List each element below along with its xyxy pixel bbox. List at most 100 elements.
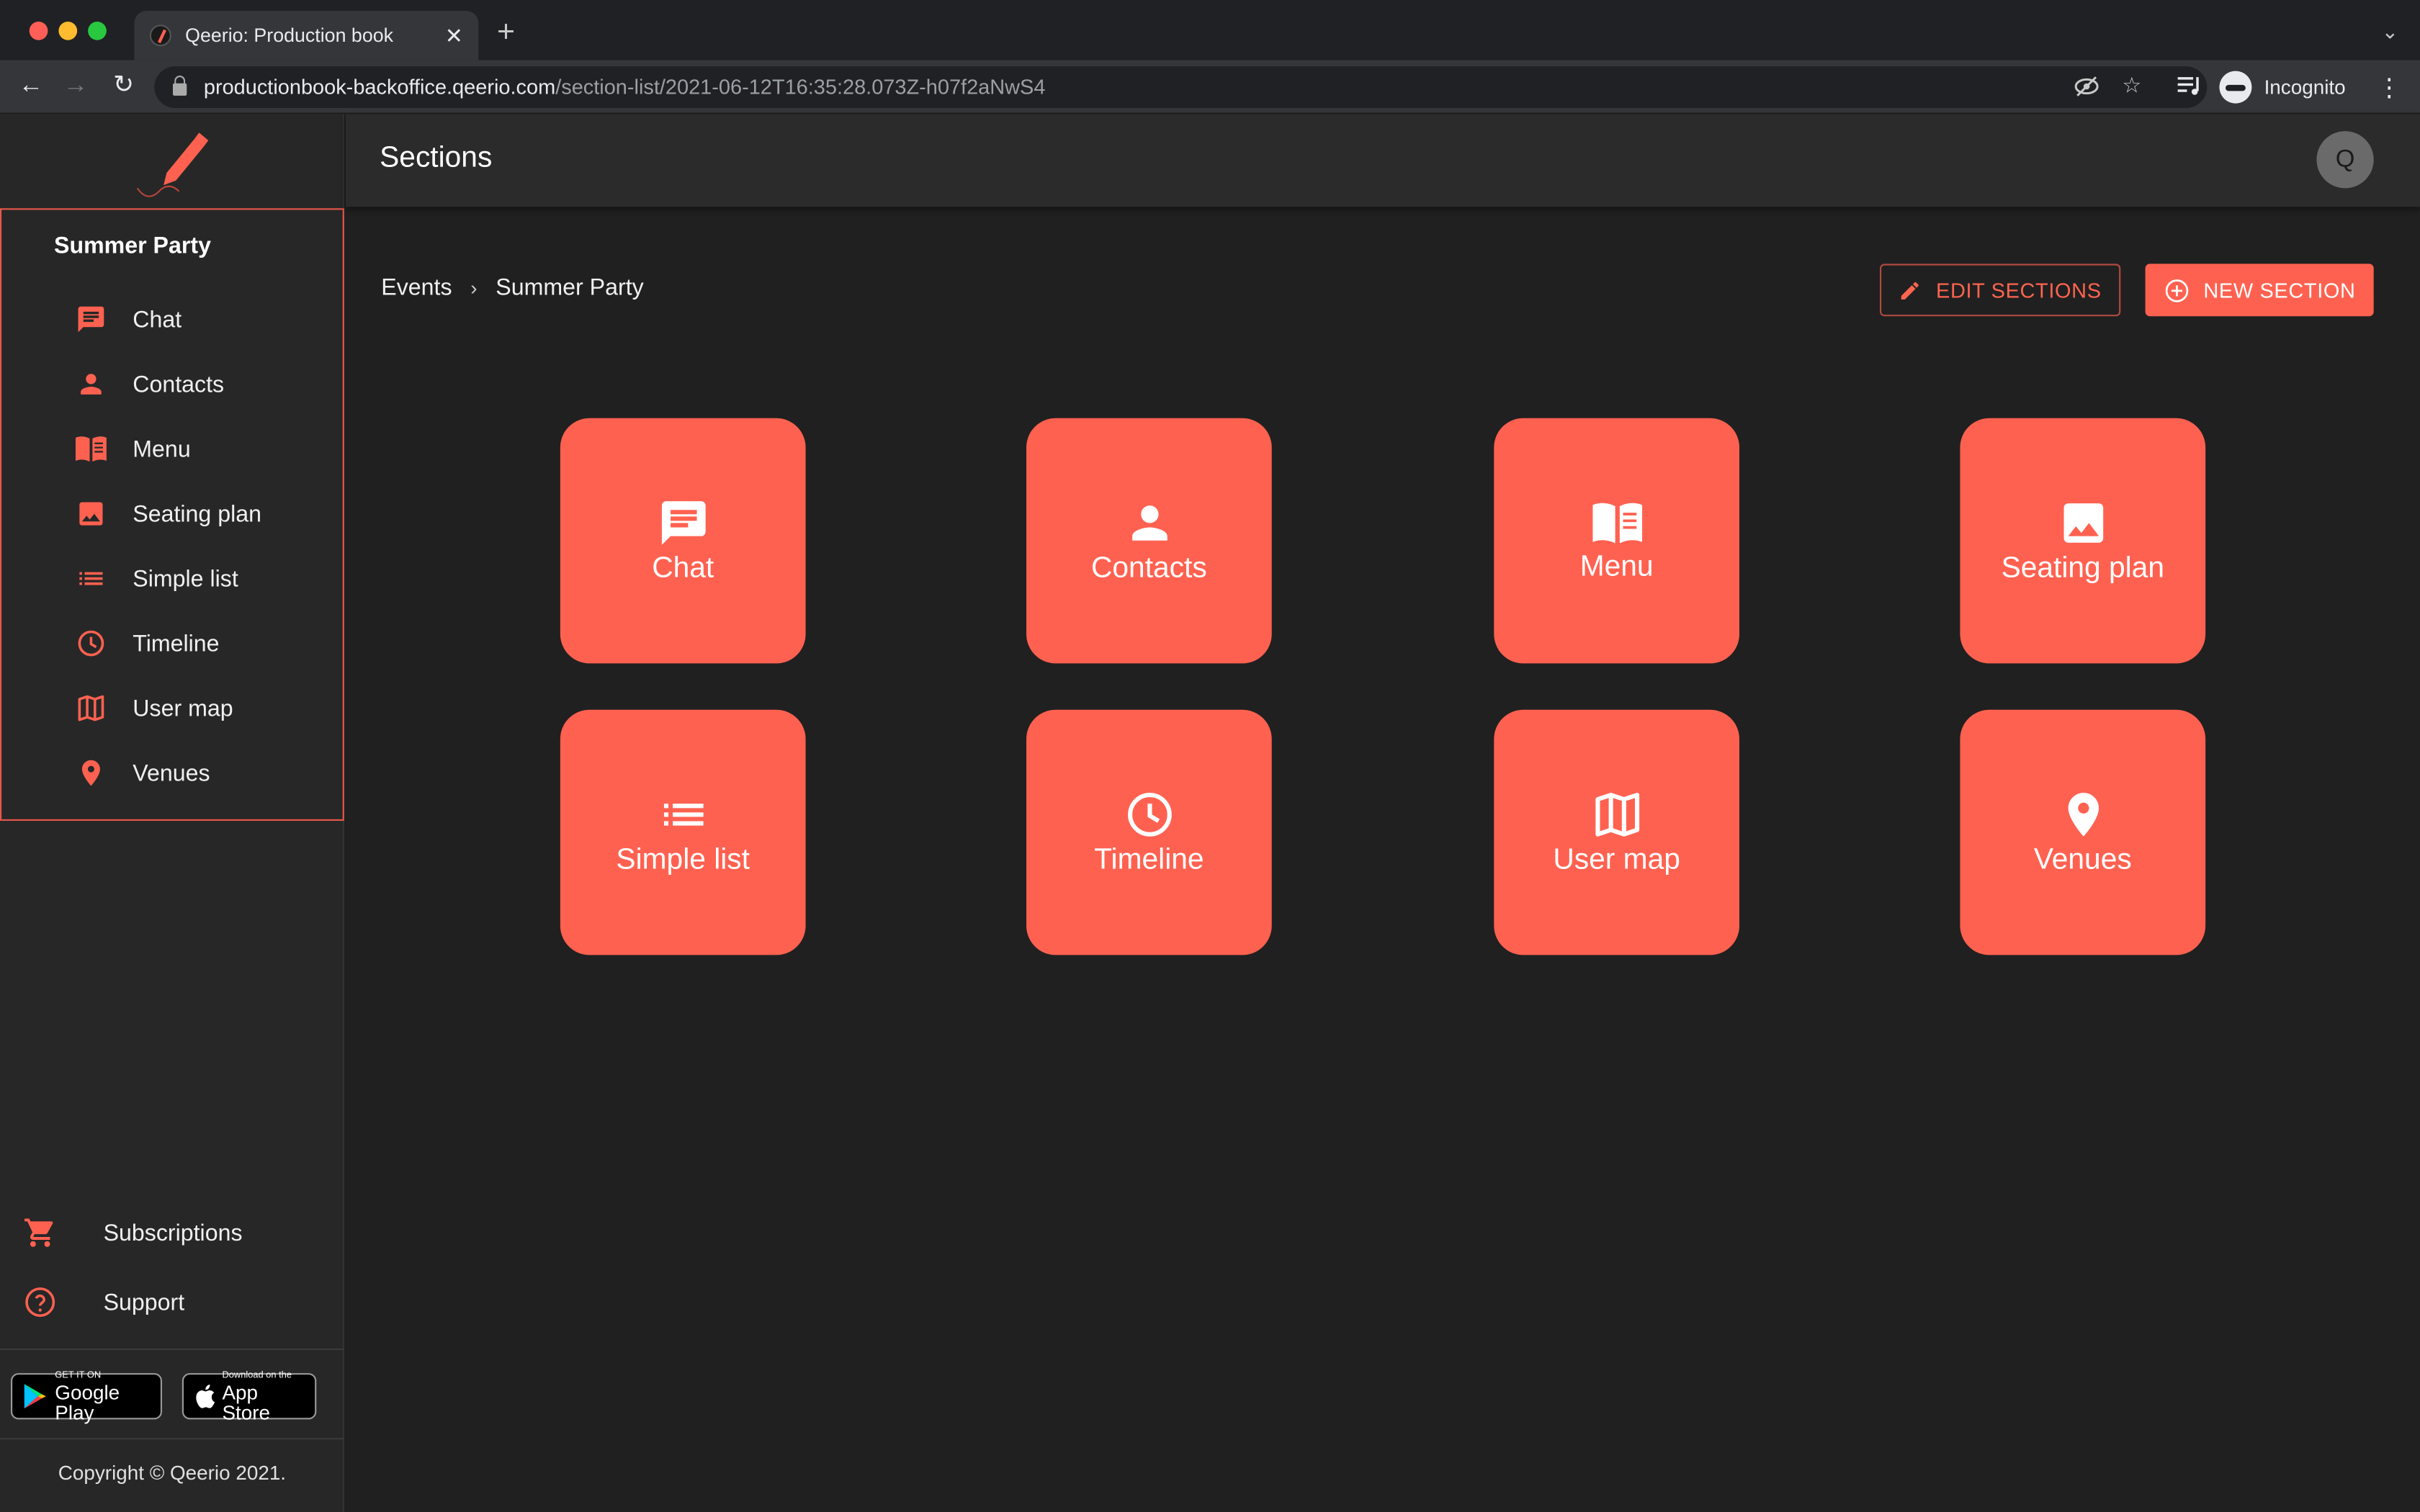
sidebar-item-menu[interactable]: Menu — [74, 432, 191, 466]
app-logo[interactable] — [133, 127, 210, 209]
section-tile-seating-plan[interactable]: Seating plan — [1960, 418, 2206, 664]
tile-label: Seating plan — [2001, 552, 2164, 585]
app-store-big: App Store — [222, 1380, 271, 1423]
tab-title: Qeerio: Production book — [185, 24, 394, 47]
browser-toolbar: ← → ↻ productionbook-backoffice.qeerio.c… — [0, 60, 2420, 113]
google-play-small: GET IT ON — [55, 1370, 102, 1380]
tile-label: Timeline — [1094, 843, 1204, 876]
sidebar-item-label: Menu — [133, 436, 191, 462]
app-store-small: Download on the — [222, 1370, 292, 1380]
clock-icon — [1126, 792, 1171, 836]
browser-menu-icon[interactable]: ⋮ — [2377, 73, 2401, 104]
page-title: Sections — [380, 142, 493, 175]
lock-icon — [173, 74, 187, 95]
tile-label: Chat — [652, 552, 714, 585]
sidebar-item-label: User map — [133, 695, 233, 721]
url-path: /section-list/2021-06-12T16:35:28.073Z-h… — [555, 76, 1046, 99]
sidebar-item-label: Simple list — [133, 565, 238, 592]
incognito-indicator[interactable]: Incognito — [2219, 66, 2346, 107]
sidebar-item-label: Contacts — [133, 371, 225, 397]
section-tile-contacts[interactable]: Contacts — [1026, 418, 1272, 664]
section-tile-timeline[interactable]: Timeline — [1026, 709, 1272, 955]
incognito-icon — [2219, 70, 2252, 103]
new-tab-button[interactable]: + — [497, 17, 515, 48]
star-bookmark-icon[interactable]: ☆ — [2122, 73, 2141, 99]
tile-label: Menu — [1579, 549, 1654, 582]
back-arrow-icon[interactable]: ← — [14, 69, 48, 103]
eye-off-icon[interactable] — [2074, 76, 2099, 97]
new-section-button[interactable]: NEW SECTION — [2145, 264, 2374, 317]
google-play-badge[interactable]: GET IT ON Google Play — [11, 1370, 162, 1423]
sidebar-item-venues[interactable]: Venues — [74, 756, 210, 790]
list-icon — [663, 803, 703, 825]
edit-sections-button[interactable]: EDIT SECTIONS — [1880, 264, 2121, 317]
maximize-window-button[interactable] — [88, 22, 107, 40]
section-tile-menu[interactable]: Menu — [1494, 418, 1739, 664]
sidebar-item-timeline[interactable]: Timeline — [74, 626, 220, 660]
media-queue-icon[interactable] — [2177, 76, 2202, 97]
forward-arrow-icon[interactable]: → — [58, 69, 92, 103]
breadcrumb-current: Summer Party — [496, 274, 644, 301]
sidebar-footer-label: Subscriptions — [103, 1219, 243, 1246]
browser-tab-bar: Qeerio: Production book ✕ + ⌄ — [0, 0, 2420, 60]
divider — [0, 1438, 344, 1440]
reload-icon[interactable]: ↻ — [107, 69, 140, 103]
image-icon — [2063, 503, 2103, 542]
image-icon — [74, 497, 108, 531]
add-circle-icon — [2165, 279, 2188, 302]
google-play-big: Google Play — [55, 1380, 120, 1423]
sidebar-item-label: Timeline — [133, 630, 220, 657]
book-icon — [74, 432, 108, 466]
tile-label: Simple list — [616, 843, 750, 876]
sidebar-item-label: Seating plan — [133, 500, 262, 527]
section-tile-chat[interactable]: Chat — [560, 418, 806, 664]
cart-icon — [23, 1216, 57, 1250]
sidebar-item-contacts[interactable]: Contacts — [74, 367, 224, 401]
sidebar-footer-label: Support — [103, 1289, 185, 1315]
person-icon — [74, 367, 108, 401]
app-store-badge[interactable]: Download on the App Store — [182, 1370, 317, 1423]
section-tile-user-map[interactable]: User map — [1494, 709, 1739, 955]
help-icon — [23, 1285, 57, 1319]
tile-label: User map — [1553, 843, 1680, 876]
pencil-icon — [1901, 281, 1919, 299]
tab-close-icon[interactable]: ✕ — [445, 22, 463, 48]
address-bar[interactable]: productionbook-backoffice.qeerio.com/sec… — [154, 66, 2208, 108]
breadcrumb-events[interactable]: Events — [381, 274, 452, 300]
sidebar: Summer Party Chat Contacts Menu Seating … — [0, 114, 344, 1512]
apple-icon — [196, 1385, 215, 1408]
favicon-icon — [149, 24, 171, 47]
book-icon — [1592, 502, 1641, 543]
breadcrumb: Events › Summer Party — [381, 274, 643, 300]
sidebar-item-seating-plan[interactable]: Seating plan — [74, 497, 261, 531]
close-window-button[interactable] — [29, 22, 48, 40]
url-host: productionbook-backoffice.qeerio.com — [203, 76, 556, 99]
section-tile-simple-list[interactable]: Simple list — [560, 709, 806, 955]
tab-search-chevron-icon[interactable]: ⌄ — [2382, 20, 2398, 45]
minimize-window-button[interactable] — [58, 22, 78, 40]
location-pin-icon — [74, 756, 108, 790]
google-play-icon — [24, 1384, 46, 1409]
map-icon — [74, 691, 108, 725]
browser-tab[interactable]: Qeerio: Production book ✕ — [134, 11, 479, 60]
pencil-logo-icon — [136, 132, 209, 197]
tile-label: Contacts — [1091, 552, 1207, 585]
sidebar-item-label: Venues — [133, 760, 210, 786]
sidebar-item-subscriptions[interactable]: Subscriptions — [23, 1216, 243, 1250]
sidebar-item-chat[interactable]: Chat — [74, 302, 182, 336]
tile-label: Venues — [2033, 843, 2132, 876]
chat-icon — [660, 500, 705, 544]
sidebar-item-simple-list[interactable]: Simple list — [74, 562, 238, 595]
avatar[interactable]: Q — [2316, 131, 2374, 189]
map-icon — [1595, 792, 1639, 836]
edit-sections-label: EDIT SECTIONS — [1936, 278, 2102, 302]
sidebar-item-support[interactable]: Support — [23, 1285, 184, 1319]
incognito-label: Incognito — [2264, 74, 2346, 99]
divider — [0, 1348, 344, 1350]
chevron-right-icon: › — [470, 276, 478, 300]
chat-icon — [74, 302, 108, 336]
new-section-label: NEW SECTION — [2203, 278, 2356, 302]
section-tile-venues[interactable]: Venues — [1960, 709, 2206, 955]
person-icon — [1131, 505, 1167, 540]
sidebar-item-user-map[interactable]: User map — [74, 691, 233, 725]
